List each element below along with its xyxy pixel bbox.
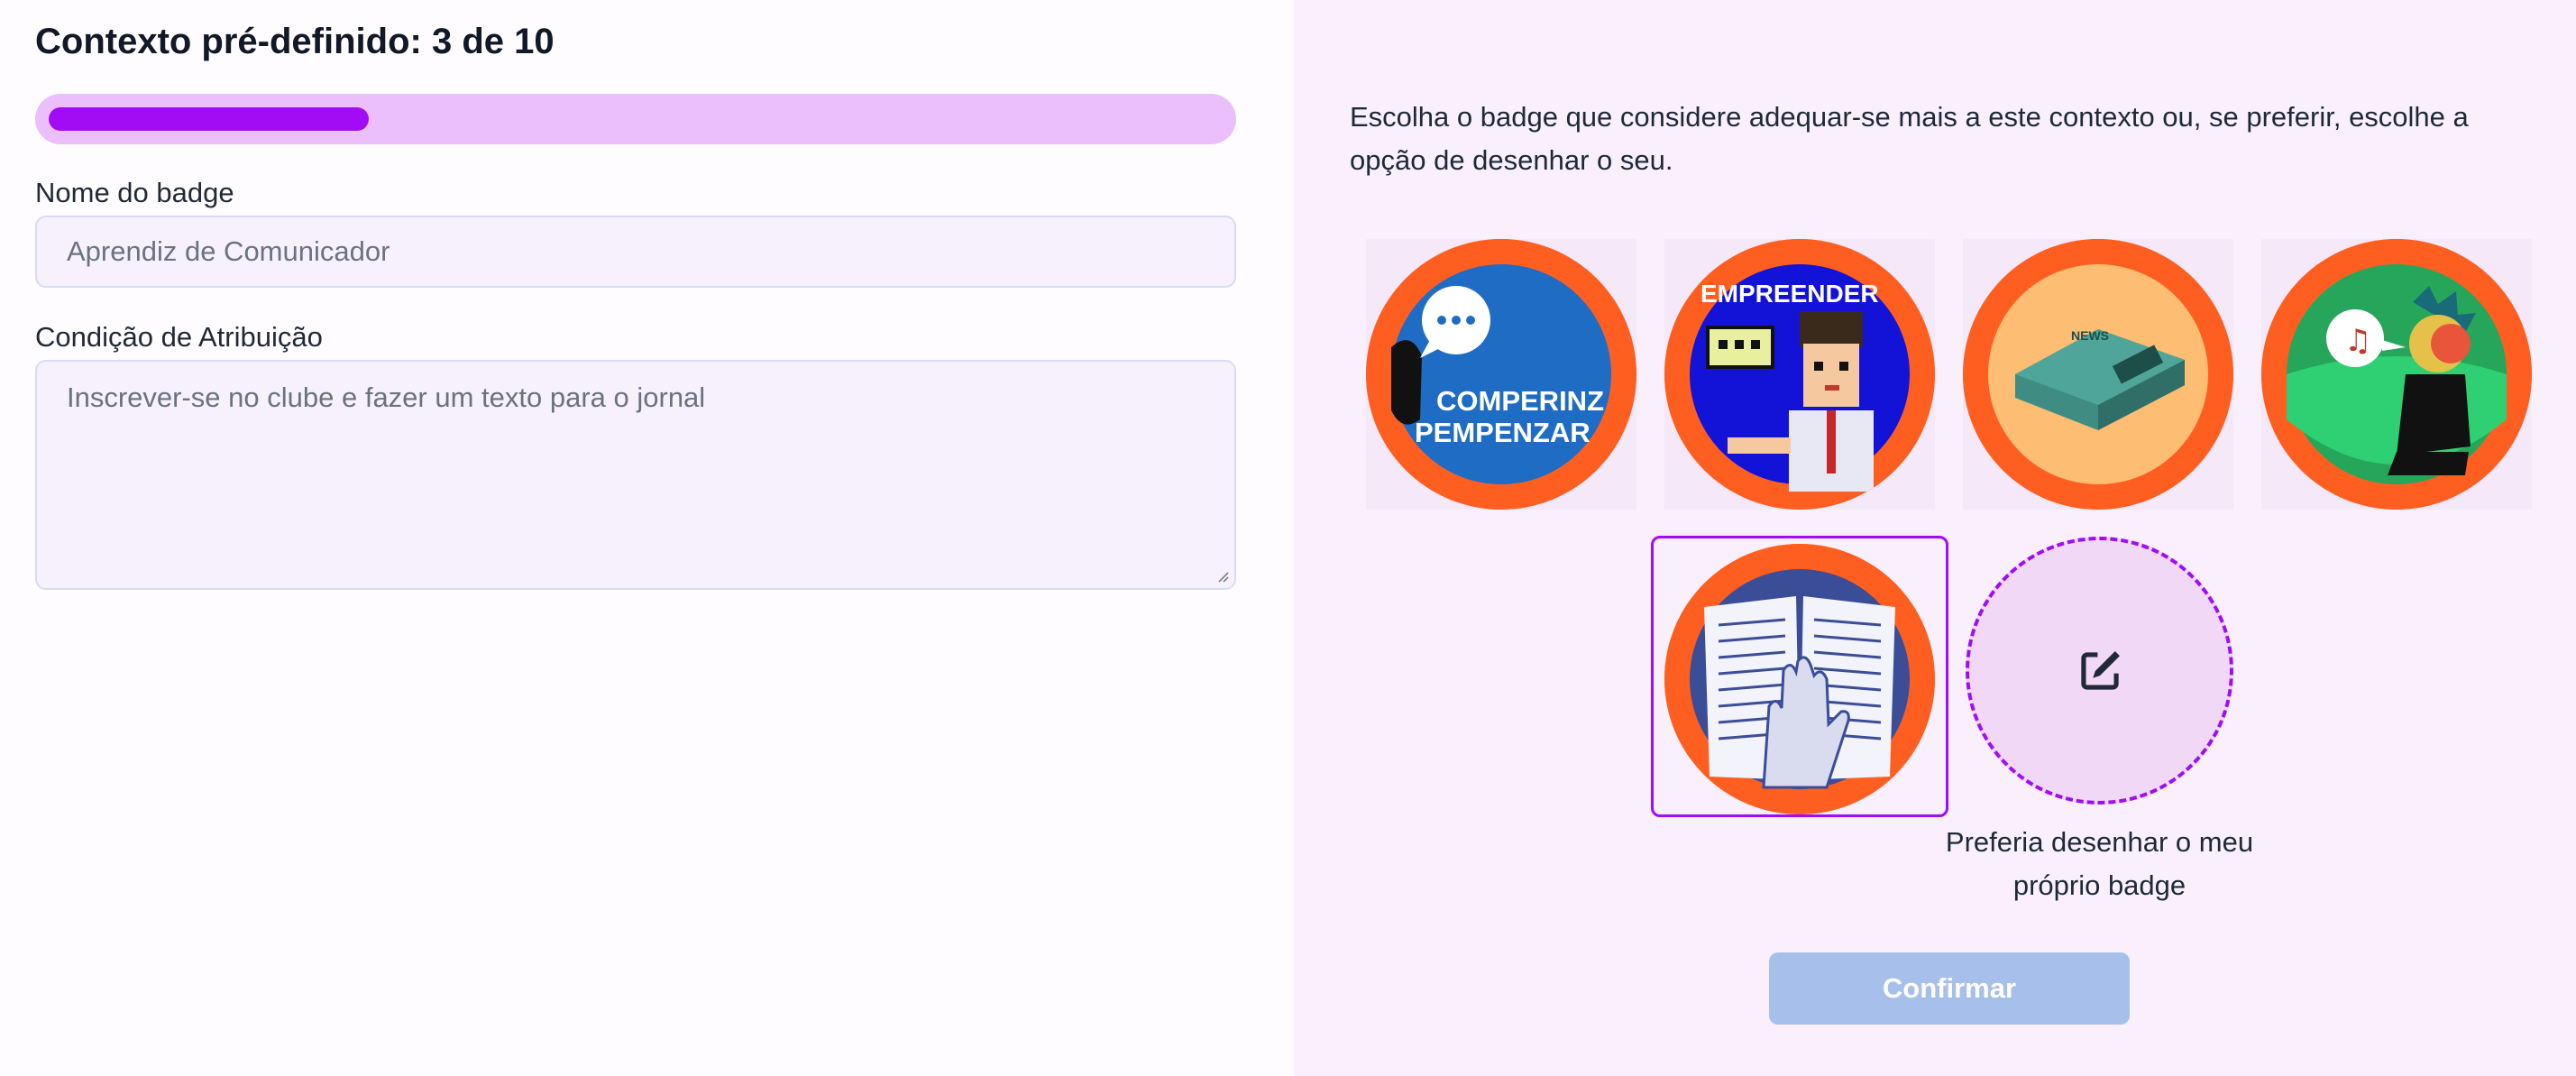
- badge-option-empreender[interactable]: EMPREENDER: [1664, 239, 1935, 510]
- badge-comperinz: COMPERINZ PEMPENZAR: [1366, 239, 1636, 510]
- pixel-person-icon: EMPREENDER: [1664, 239, 1935, 510]
- badge-name-input[interactable]: Aprendiz de Comunicador: [35, 216, 1236, 288]
- badge-newspaper: NEWS: [1963, 239, 2233, 510]
- badge-comperinz-line-2: PEMPENZAR: [1415, 417, 1591, 448]
- attribution-condition-label: Condição de Atribuição: [35, 321, 323, 353]
- badge-option-comperinz[interactable]: COMPERINZ PEMPENZAR: [1366, 239, 1636, 510]
- attribution-condition-textarea[interactable]: Inscrever-se no clube e fazer um texto p…: [35, 360, 1236, 590]
- progress-fill: [49, 107, 369, 131]
- draw-own-badge-caption: Preferia desenhar o meu próprio badge: [1945, 826, 2254, 901]
- draw-own-badge-option[interactable]: [1966, 537, 2233, 805]
- newspaper-icon: NEWS: [1963, 239, 2233, 510]
- page-title: Contexto pré-definido: 3 de 10: [35, 22, 555, 61]
- context-progress-bar: [35, 94, 1236, 144]
- resize-handle-icon[interactable]: [1215, 568, 1229, 583]
- picker-description: Escolha o badge que considere adequar-se…: [1350, 101, 2469, 176]
- attribution-condition-placeholder: Inscrever-se no clube e fazer um texto p…: [67, 382, 706, 413]
- open-book-icon: [1664, 544, 1935, 814]
- context-form-panel: Contexto pré-definido: 3 de 10 Nome do b…: [0, 0, 1294, 1076]
- badge-empreender: EMPREENDER: [1664, 239, 1935, 510]
- badge-reading-book: [1664, 544, 1935, 814]
- badge-option-music[interactable]: ♫: [2261, 239, 2532, 510]
- badge-empreender-text: EMPREENDER: [1701, 280, 1879, 308]
- badge-newspaper-text: NEWS: [2071, 328, 2109, 343]
- speech-bubble-icon: COMPERINZ PEMPENZAR: [1366, 239, 1636, 510]
- edit-pencil-icon: [2081, 651, 2120, 690]
- badge-music: ♫: [2261, 239, 2532, 510]
- badge-name-label: Nome do badge: [35, 177, 234, 208]
- badge-option-newspaper[interactable]: NEWS: [1963, 239, 2233, 510]
- confirm-button[interactable]: Confirmar: [1769, 952, 2130, 1025]
- badge-comperinz-line-1: COMPERINZ: [1436, 385, 1604, 417]
- music-note-icon: ♫: [2261, 239, 2532, 510]
- badge-option-reading-book[interactable]: [1651, 536, 1948, 817]
- svg-text:♫: ♫: [2344, 323, 2371, 359]
